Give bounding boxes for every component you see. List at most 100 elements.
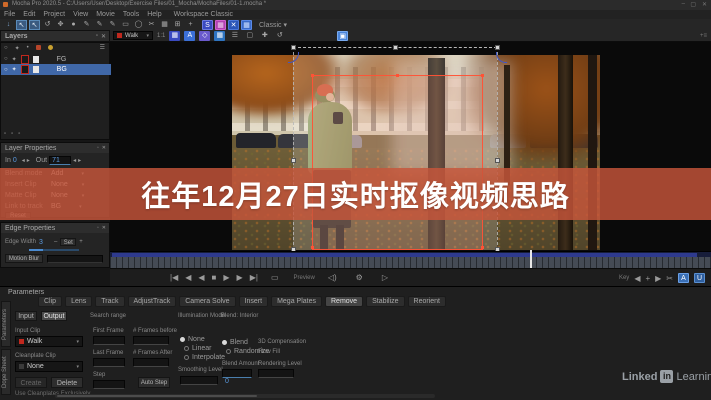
menu-view[interactable]: View [73, 11, 88, 18]
menu-tools[interactable]: Tools [123, 11, 139, 18]
edge-width-slider[interactable] [29, 249, 79, 251]
frames-before-field[interactable] [133, 336, 169, 345]
tab-lens[interactable]: Lens [65, 296, 92, 307]
spline-point[interactable] [481, 74, 484, 77]
view-alpha-icon[interactable]: A [184, 31, 195, 41]
output-toggle-button[interactable]: Output [41, 311, 67, 321]
spline-point[interactable] [311, 74, 314, 77]
add-keyframe-icon[interactable]: + [645, 274, 650, 283]
parameters-scrollbar[interactable] [55, 394, 435, 398]
workspace-menu[interactable]: Workspace Classic [174, 11, 233, 18]
update-toggle-icon[interactable]: U [694, 273, 705, 283]
flow-fill-label[interactable]: Flow Fill [258, 349, 280, 355]
viewer-zoom-level[interactable]: 1:1 [157, 33, 165, 39]
edge-minus-icon[interactable]: – [54, 239, 57, 245]
in-value[interactable]: 0 [13, 157, 17, 164]
tab-stabilize[interactable]: Stabilize [366, 296, 404, 307]
last-frame-icon[interactable]: ▶| [250, 273, 258, 282]
rendering-level-field[interactable] [258, 369, 294, 378]
out-value[interactable]: 71 [49, 156, 71, 165]
frame-range-icon[interactable]: ▭ [271, 273, 279, 282]
playhead[interactable] [530, 250, 532, 268]
menu-file[interactable]: File [4, 11, 15, 18]
tab-track[interactable]: Track [95, 296, 124, 307]
xspline-tool-icon[interactable]: ✎ [81, 20, 92, 30]
selection-handle[interactable] [495, 158, 500, 163]
menu-project[interactable]: Project [43, 11, 65, 18]
panel-float-icon[interactable]: ▫ [96, 33, 98, 39]
panel-float-icon[interactable]: ▫ [97, 225, 99, 231]
view-colorize-icon[interactable]: ▣ [337, 31, 348, 41]
frames-after-field[interactable] [133, 358, 169, 367]
minimize-button[interactable]: – [682, 1, 685, 7]
tab-insert[interactable]: Insert [239, 296, 269, 307]
illum-option-interpolate[interactable]: Interpolate [184, 354, 225, 361]
gear-icon[interactable]: ✦ [12, 66, 17, 73]
autokey-toggle-icon[interactable]: A [678, 273, 689, 283]
cut-tool-icon[interactable]: ✂ [146, 20, 157, 30]
delete-layer-icon[interactable]: ▫ [18, 131, 20, 137]
menu-edit[interactable]: Edit [23, 11, 35, 18]
3d-compensation-label[interactable]: 3D Compensation [258, 339, 306, 345]
prev-keyframe-icon[interactable]: ◀ [634, 274, 640, 283]
maximize-button[interactable]: ▢ [690, 1, 696, 8]
input-toggle-button[interactable]: Input [15, 311, 37, 321]
menu-movie[interactable]: Movie [96, 11, 115, 18]
input-clip-dropdown[interactable]: Walk ▾ [15, 336, 83, 347]
ellipse-tool-icon[interactable]: ◯ [133, 20, 144, 30]
viewer-canvas[interactable] [110, 42, 711, 286]
selection-handle[interactable] [291, 45, 296, 50]
smoothing-level-field[interactable] [180, 376, 218, 385]
save-icon[interactable]: ↓ [3, 20, 14, 30]
cleanplate-clip-dropdown[interactable]: None ▾ [15, 361, 83, 372]
view-fit-icon[interactable]: ▢ [244, 31, 255, 41]
eye-icon[interactable]: ○ [4, 67, 8, 73]
spline-point[interactable] [396, 74, 399, 77]
magnetic-tool-icon[interactable]: ✎ [107, 20, 118, 30]
view-layout-icon[interactable]: ▦ [169, 31, 180, 41]
audio-icon[interactable]: ◁) [328, 273, 337, 282]
bezier-tool-icon[interactable]: ✎ [94, 20, 105, 30]
gear-icon[interactable]: ✦ [12, 56, 17, 63]
last-frame-field[interactable] [93, 358, 125, 367]
layer-row-fg[interactable]: ○ ✦ FG [1, 54, 111, 64]
tab-remove[interactable]: Remove [325, 296, 363, 307]
play-reverse-icon[interactable]: ◀ [198, 273, 204, 282]
blend-option-blend[interactable]: Blend [222, 339, 248, 346]
toolbar-preset-dropdown[interactable]: Classic ▾ [259, 21, 287, 29]
prev-frame-icon[interactable]: ◀ [185, 273, 191, 282]
view-reset-icon[interactable]: ↺ [274, 31, 285, 41]
motion-blur-button[interactable]: Motion Blur [5, 254, 43, 263]
stabilize-module-icon[interactable]: S [202, 20, 213, 30]
delete-cleanplate-button[interactable]: Delete [51, 377, 83, 388]
edge-set-button[interactable]: Set [60, 238, 76, 246]
panel-close-icon[interactable]: ✕ [101, 33, 106, 40]
new-layer-icon[interactable]: ▫ [4, 131, 6, 137]
in-spin-left-icon[interactable]: ◂ [22, 157, 25, 164]
rect-tool-icon[interactable]: ▭ [120, 20, 131, 30]
viewer-toolbar-extra-icon[interactable]: +≡ [700, 33, 707, 39]
tab-camera-solve[interactable]: Camera Solve [179, 296, 235, 307]
blend-amount-field[interactable]: 0 [222, 369, 252, 378]
select-alt-tool-icon[interactable]: ↖ [29, 20, 40, 30]
layer-name[interactable]: FG [57, 56, 67, 63]
layer-row-bg[interactable]: ○ ✦ BG [1, 64, 111, 75]
select-tool-icon[interactable]: ↖ [16, 20, 27, 30]
flag-icon[interactable]: ▷ [382, 273, 388, 282]
layers-grid-icon[interactable]: ▦ [159, 20, 170, 30]
illum-option-none[interactable]: None [180, 336, 205, 343]
viewer-clip-dropdown[interactable]: Walk ▾ [113, 31, 153, 40]
selection-handle[interactable] [495, 45, 500, 50]
panel-close-icon[interactable]: ✕ [102, 225, 106, 231]
tab-adjusttrack[interactable]: AdjustTrack [128, 296, 177, 307]
spline-region[interactable] [312, 75, 483, 250]
layers-menu-icon[interactable]: ☰ [100, 44, 105, 51]
menu-help[interactable]: Help [147, 11, 161, 18]
view-rows-icon[interactable]: ☰ [229, 31, 240, 41]
panel-close-icon[interactable]: ✕ [102, 145, 106, 151]
zoom-tool-icon[interactable]: ● [68, 20, 79, 30]
tab-reorient[interactable]: Reorient [408, 296, 446, 307]
out-spin-left-icon[interactable]: ◂ [73, 157, 76, 164]
illum-option-linear[interactable]: Linear [184, 345, 211, 352]
next-frame-icon[interactable]: ▶ [237, 273, 243, 282]
